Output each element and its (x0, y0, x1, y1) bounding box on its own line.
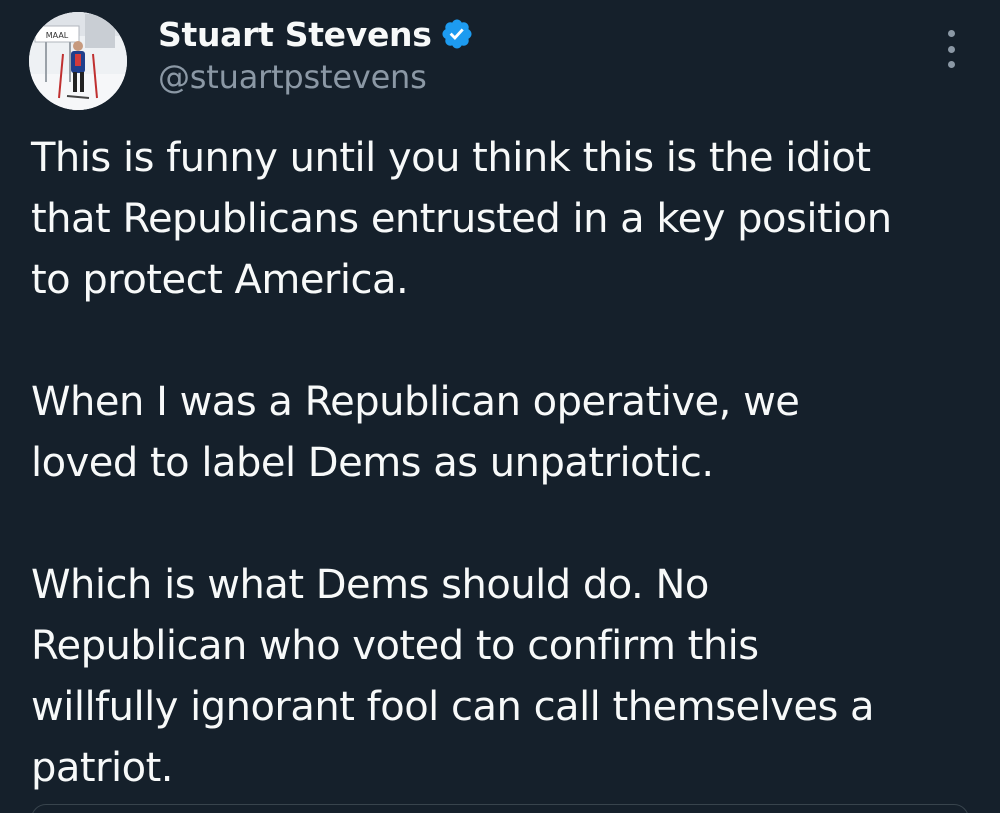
more-options-icon[interactable] (938, 30, 964, 68)
author-avatar[interactable]: MAAL (29, 12, 127, 110)
quoted-card-edge[interactable] (31, 804, 969, 813)
tweet-card: MAAL Stuart Stevens @stuartpstevens This… (0, 0, 1000, 813)
author-display-name[interactable]: Stuart Stevens (158, 15, 432, 54)
author-handle[interactable]: @stuartpstevens (158, 58, 427, 96)
author-name-row: Stuart Stevens (158, 12, 474, 56)
tweet-paragraph-2: When I was a Republican operative, we lo… (31, 379, 800, 486)
tweet-text: This is funny until you think this is th… (31, 128, 981, 799)
verified-badge-icon (440, 17, 474, 51)
avatar-sign-text: MAAL (46, 31, 69, 40)
tweet-paragraph-1: This is funny until you think this is th… (31, 135, 892, 303)
tweet-paragraph-3: Which is what Dems should do. No Republi… (31, 562, 875, 791)
avatar-photo: MAAL (29, 12, 127, 110)
more-dot-icon (947, 45, 955, 53)
more-dot-icon (947, 30, 955, 37)
more-dot-icon (947, 61, 955, 68)
